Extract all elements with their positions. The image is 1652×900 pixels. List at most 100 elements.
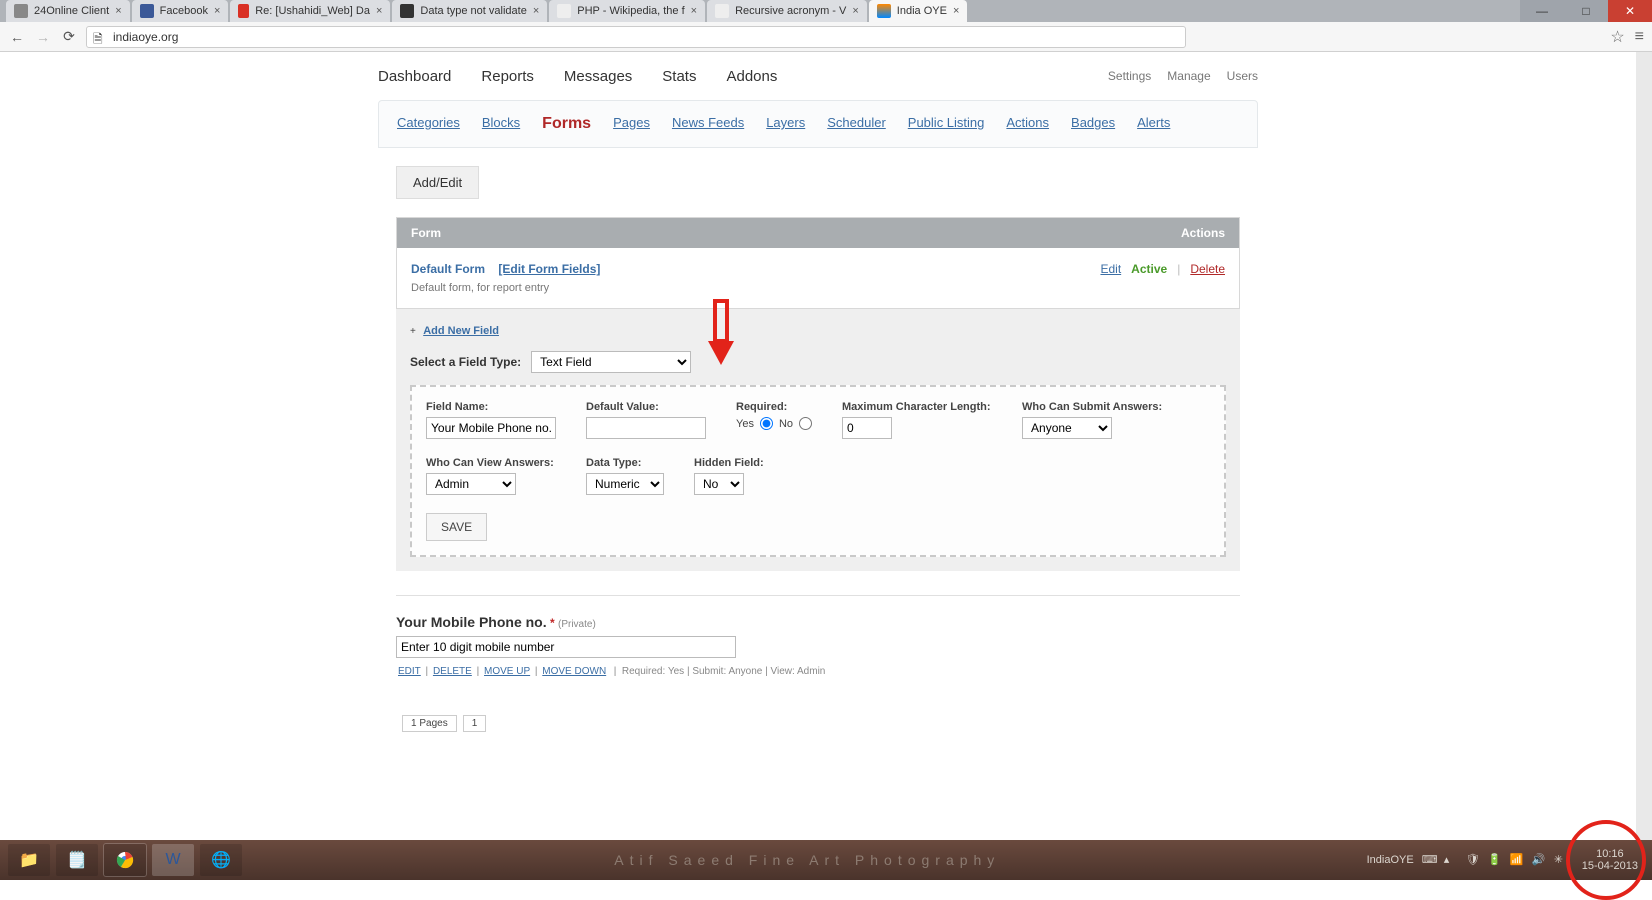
max-length-input[interactable] bbox=[842, 417, 892, 439]
edit-form-fields-link[interactable]: [Edit Form Fields] bbox=[498, 262, 600, 276]
nav-settings[interactable]: Settings bbox=[1108, 69, 1151, 83]
minimize-button[interactable]: — bbox=[1520, 0, 1564, 22]
required-star-icon: * bbox=[550, 616, 555, 630]
back-button[interactable]: ← bbox=[8, 28, 26, 46]
nav-stats[interactable]: Stats bbox=[662, 68, 696, 85]
sticky-notes-icon[interactable]: 🗒️ bbox=[56, 844, 98, 876]
preview-field-input[interactable] bbox=[396, 636, 736, 658]
scroll-down-icon[interactable]: ▼ bbox=[1638, 827, 1648, 838]
close-icon[interactable]: × bbox=[376, 5, 382, 17]
who-view-label: Who Can View Answers: bbox=[426, 457, 556, 469]
chevron-up-icon[interactable]: ▴ bbox=[1444, 853, 1458, 867]
nav-users[interactable]: Users bbox=[1227, 69, 1258, 83]
chrome-icon[interactable] bbox=[104, 844, 146, 876]
nav-manage[interactable]: Manage bbox=[1167, 69, 1210, 83]
pager-count: 1 Pages bbox=[402, 715, 457, 732]
network-icon[interactable]: ✳ bbox=[1554, 853, 1568, 867]
browser-tab[interactable]: Facebook× bbox=[132, 0, 229, 22]
pager-page-1[interactable]: 1 bbox=[463, 715, 487, 732]
hidden-field-select[interactable]: No bbox=[694, 473, 744, 495]
clock[interactable]: 10:16 15-04-2013 bbox=[1576, 848, 1644, 872]
who-submit-select[interactable]: Anyone bbox=[1022, 417, 1112, 439]
bookmark-icon[interactable]: ☆ bbox=[1610, 27, 1624, 47]
field-moveup-link[interactable]: MOVE UP bbox=[484, 666, 530, 677]
explorer-icon[interactable]: 📁 bbox=[8, 844, 50, 876]
tab-label: Data type not validate bbox=[420, 5, 526, 17]
reload-button[interactable]: ⟳ bbox=[60, 28, 78, 46]
close-icon[interactable]: × bbox=[533, 5, 539, 17]
tab-categories[interactable]: Categories bbox=[397, 115, 460, 133]
default-value-label: Default Value: bbox=[586, 401, 706, 413]
menu-icon[interactable]: ≡ bbox=[1635, 28, 1644, 46]
idm-icon[interactable]: 🌐 bbox=[200, 844, 242, 876]
nav-addons[interactable]: Addons bbox=[726, 68, 777, 85]
field-edit-link[interactable]: EDIT bbox=[398, 666, 421, 677]
word-icon[interactable]: W bbox=[152, 844, 194, 876]
close-icon[interactable]: × bbox=[115, 5, 121, 17]
data-type-select[interactable]: Numeric bbox=[586, 473, 664, 495]
close-icon[interactable]: × bbox=[214, 5, 220, 17]
tab-blocks[interactable]: Blocks bbox=[482, 115, 520, 133]
signal-icon[interactable]: 📶 bbox=[1510, 853, 1524, 867]
pager: 1 Pages 1 bbox=[378, 715, 1258, 732]
volume-icon[interactable]: 🔊 bbox=[1532, 853, 1546, 867]
window-controls: — □ ✕ bbox=[1520, 0, 1652, 22]
tab-pages[interactable]: Pages bbox=[613, 115, 650, 133]
field-properties: Field Name: Default Value: Required: Yes bbox=[410, 385, 1226, 557]
field-preview: Your Mobile Phone no. * (Private) EDIT |… bbox=[396, 595, 1240, 677]
tab-news-feeds[interactable]: News Feeds bbox=[672, 115, 744, 133]
close-window-button[interactable]: ✕ bbox=[1608, 0, 1652, 22]
field-type-select[interactable]: Text Field bbox=[531, 351, 691, 373]
tab-badges[interactable]: Badges bbox=[1071, 115, 1115, 133]
nav-reports[interactable]: Reports bbox=[481, 68, 534, 85]
form-delete-link[interactable]: Delete bbox=[1190, 262, 1225, 276]
close-icon[interactable]: × bbox=[852, 5, 858, 17]
preview-meta: Required: Yes | Submit: Anyone | View: A… bbox=[622, 666, 825, 677]
max-length-label: Maximum Character Length: bbox=[842, 401, 992, 413]
nav-messages[interactable]: Messages bbox=[564, 68, 632, 85]
browser-tab[interactable]: 24Online Client × bbox=[6, 0, 130, 22]
who-submit-label: Who Can Submit Answers: bbox=[1022, 401, 1162, 413]
browser-tab[interactable]: PHP - Wikipedia, the f × bbox=[549, 0, 705, 22]
forward-button[interactable]: → bbox=[34, 28, 52, 46]
default-value-input[interactable] bbox=[586, 417, 706, 439]
browser-tab[interactable]: Re: [Ushahidi_Web] Da × bbox=[230, 0, 390, 22]
close-icon[interactable]: × bbox=[691, 5, 697, 17]
who-view-select[interactable]: Admin bbox=[426, 473, 516, 495]
add-edit-button[interactable]: Add/Edit bbox=[396, 166, 479, 199]
tab-label: PHP - Wikipedia, the f bbox=[577, 5, 684, 17]
tab-public-listing[interactable]: Public Listing bbox=[908, 115, 985, 133]
tab-label: India OYE bbox=[897, 5, 947, 17]
col-form: Form bbox=[411, 226, 441, 240]
url-input[interactable]: 🗎 indiaoye.org bbox=[86, 26, 1186, 48]
tab-label: 24Online Client bbox=[34, 5, 109, 17]
tab-scheduler[interactable]: Scheduler bbox=[827, 115, 886, 133]
save-button[interactable]: SAVE bbox=[426, 513, 487, 541]
required-no-radio[interactable] bbox=[799, 417, 812, 430]
browser-tab-active[interactable]: India OYE × bbox=[869, 0, 968, 22]
wikipedia-icon bbox=[557, 4, 571, 18]
add-new-field-link[interactable]: Add New Field bbox=[423, 325, 499, 337]
field-name-input[interactable] bbox=[426, 417, 556, 439]
form-edit-link[interactable]: Edit bbox=[1100, 262, 1121, 276]
system-tray: IndiaOYE ⌨ ▴ 🛡 🔋 📶 🔊 ✳ 10:16 15-04-2013 bbox=[1367, 848, 1644, 872]
tab-label: Re: [Ushahidi_Web] Da bbox=[255, 5, 370, 17]
tab-actions[interactable]: Actions bbox=[1006, 115, 1049, 133]
browser-tab[interactable]: Data type not validate × bbox=[392, 0, 547, 22]
scroll-up-icon[interactable]: ▲ bbox=[1638, 54, 1648, 65]
shield-icon[interactable]: 🛡 bbox=[1466, 853, 1480, 867]
content: Add/Edit Form Actions Default Form [Edit… bbox=[378, 148, 1258, 695]
wikipedia-icon bbox=[715, 4, 729, 18]
required-yes-radio[interactable] bbox=[760, 417, 773, 430]
tab-forms[interactable]: Forms bbox=[542, 115, 591, 133]
maximize-button[interactable]: □ bbox=[1564, 0, 1608, 22]
battery-icon[interactable]: 🔋 bbox=[1488, 853, 1502, 867]
field-delete-link[interactable]: DELETE bbox=[433, 666, 472, 677]
tab-alerts[interactable]: Alerts bbox=[1137, 115, 1170, 133]
nav-dashboard[interactable]: Dashboard bbox=[378, 68, 451, 85]
keyboard-icon[interactable]: ⌨ bbox=[1422, 853, 1436, 867]
field-movedown-link[interactable]: MOVE DOWN bbox=[542, 666, 606, 677]
browser-tab[interactable]: Recursive acronym - V× bbox=[707, 0, 867, 22]
close-icon[interactable]: × bbox=[953, 5, 959, 17]
tab-layers[interactable]: Layers bbox=[766, 115, 805, 133]
